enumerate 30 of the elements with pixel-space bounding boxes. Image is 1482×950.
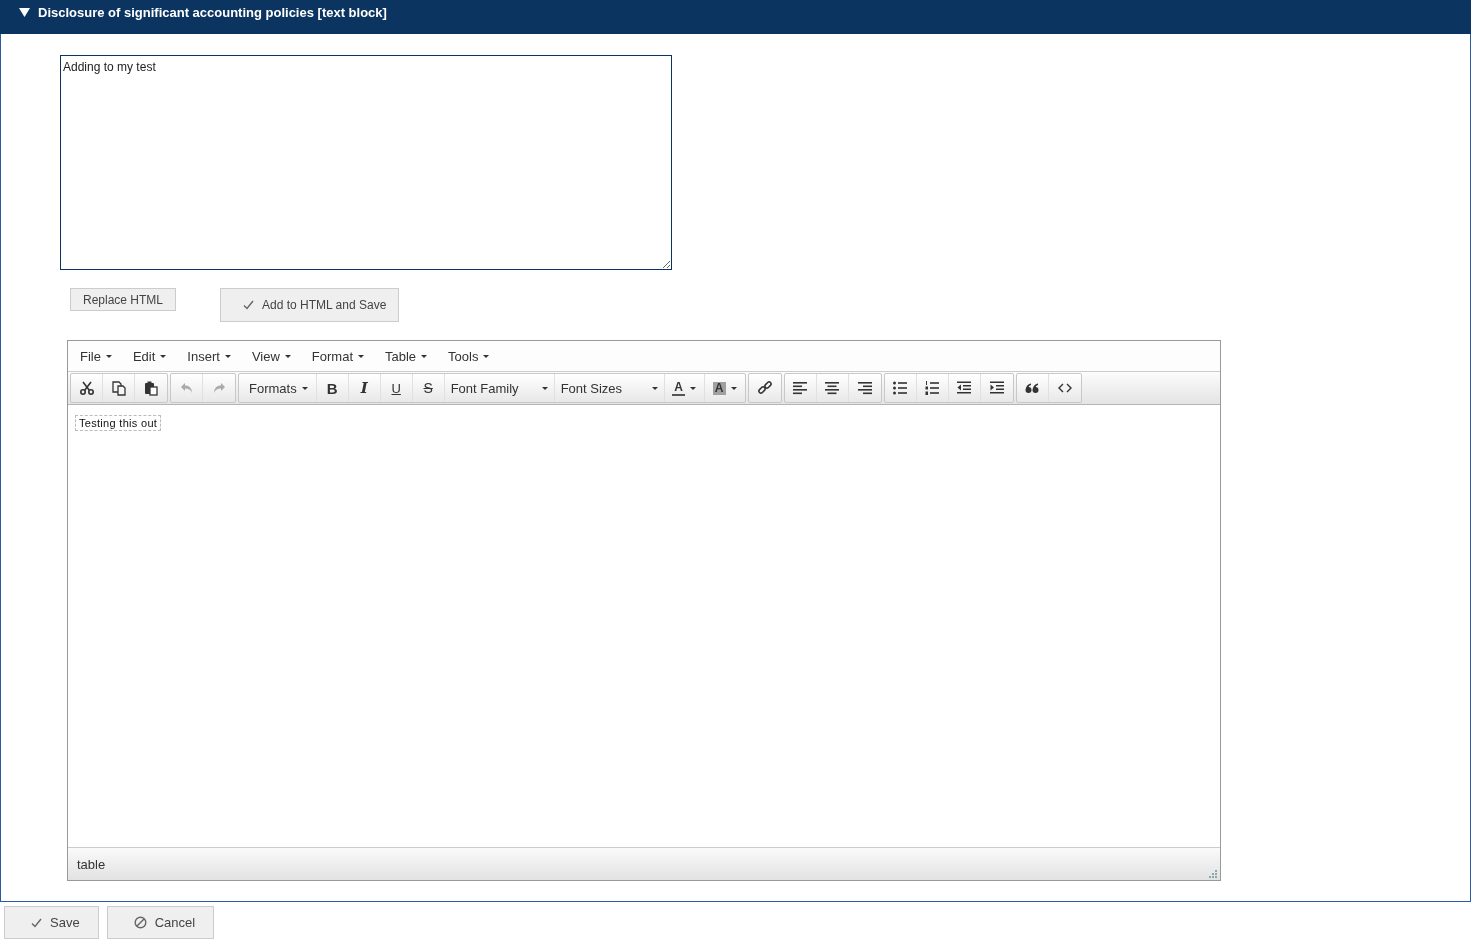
text-color-button[interactable]: A bbox=[664, 374, 705, 402]
editor-content-text: Testing this out bbox=[75, 415, 162, 431]
underline-button[interactable]: U bbox=[380, 374, 413, 402]
element-path[interactable]: table bbox=[77, 856, 106, 872]
html-source-field[interactable]: Adding to my test bbox=[60, 55, 672, 270]
section-title: Disclosure of significant accounting policies [text block] bbox=[38, 4, 387, 20]
replace-html-button[interactable]: Replace HTML bbox=[70, 288, 177, 311]
font-select[interactable]: Font Family bbox=[444, 374, 555, 402]
menu-item[interactable]: Insert bbox=[179, 348, 239, 364]
save-button[interactable]: Save bbox=[4, 906, 99, 939]
italic-button[interactable]: I bbox=[348, 374, 381, 402]
add-html-save-button[interactable]: Add to HTML and Save bbox=[220, 288, 400, 322]
resize-grip-icon[interactable] bbox=[1209, 870, 1217, 878]
menu-item[interactable]: Tools bbox=[440, 348, 498, 364]
menu-item[interactable]: File bbox=[72, 348, 120, 364]
cancel-button[interactable]: Cancel bbox=[106, 906, 215, 939]
cancel-icon bbox=[133, 916, 147, 929]
collapse-triangle-icon[interactable] bbox=[19, 7, 30, 17]
font-select[interactable]: Font Sizes bbox=[554, 374, 665, 402]
menu-item[interactable]: Table bbox=[377, 348, 436, 364]
checkmark-icon bbox=[31, 917, 42, 928]
menu-item[interactable]: Format bbox=[303, 348, 372, 364]
formats-dropdown[interactable]: Formats bbox=[239, 374, 317, 402]
strike-button[interactable]: S bbox=[412, 374, 445, 402]
menu-item[interactable]: View bbox=[243, 348, 299, 364]
bold-button[interactable]: B bbox=[316, 374, 349, 402]
section-header[interactable]: Disclosure of significant accounting policies [text block] bbox=[0, 0, 1471, 34]
checkmark-icon bbox=[243, 300, 255, 310]
menu-item[interactable]: Edit bbox=[124, 348, 175, 364]
background-color-button[interactable]: A bbox=[704, 374, 745, 402]
